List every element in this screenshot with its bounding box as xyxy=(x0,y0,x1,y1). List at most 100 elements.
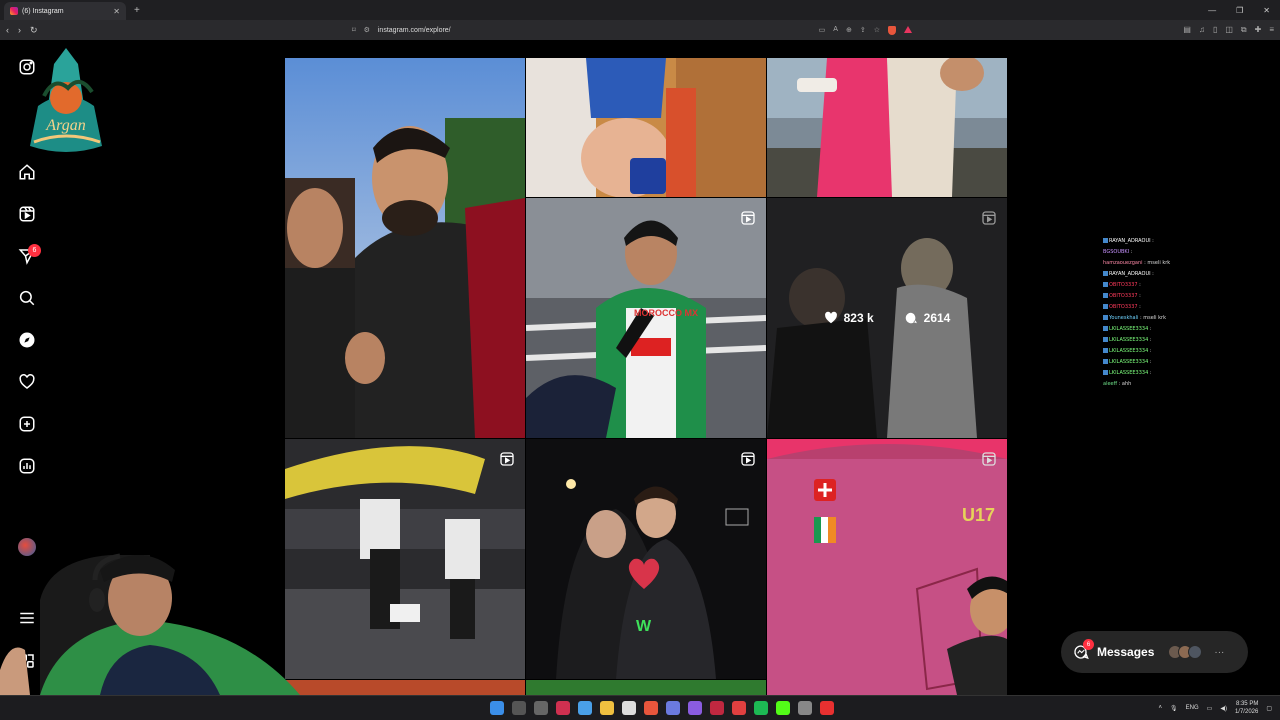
reel-icon xyxy=(741,452,755,466)
speaker-icon[interactable]: ◀) xyxy=(1220,705,1227,712)
dashboard-icon[interactable] xyxy=(16,455,38,477)
music-icon[interactable]: ♫ xyxy=(1199,25,1205,35)
post-tile[interactable]: MOROCCO MX xyxy=(526,198,766,438)
search-taskbar-icon[interactable] xyxy=(512,701,526,715)
chat-message: aleeff : ahh xyxy=(1103,379,1223,390)
chat-badge-icon xyxy=(1103,337,1108,342)
explore-icon[interactable] xyxy=(16,329,38,351)
browser-tab[interactable]: (6) Instagram ✕ xyxy=(4,2,126,20)
brave-shield-icon[interactable] xyxy=(888,25,896,35)
chat-text: : xyxy=(1137,304,1141,310)
minimize-icon[interactable]: — xyxy=(1208,6,1216,15)
sidebar-toggle-icon[interactable]: ▤ xyxy=(1183,25,1191,35)
wallet-icon[interactable]: ◫ xyxy=(1225,25,1233,35)
reload-icon[interactable]: ↻ xyxy=(30,25,38,36)
post-tile[interactable]: W xyxy=(526,439,766,679)
close-window-icon[interactable]: ✕ xyxy=(1263,6,1270,15)
app-icon[interactable] xyxy=(710,701,724,715)
translate-icon[interactable]: A xyxy=(833,26,838,35)
chat-username: BGSOUBKI xyxy=(1103,249,1130,255)
home-icon[interactable] xyxy=(16,161,38,183)
chat-message: OBITO3337 : xyxy=(1103,280,1223,291)
post-tile[interactable] xyxy=(767,58,1007,197)
close-tab-icon[interactable]: ✕ xyxy=(113,7,120,16)
chat-text: : xyxy=(1150,238,1154,244)
chat-username: LKILASSEE3334 xyxy=(1109,359,1149,365)
notification-icon[interactable]: ▢ xyxy=(1266,705,1272,712)
task-view-icon[interactable] xyxy=(534,701,548,715)
forward-icon[interactable]: › xyxy=(18,25,21,36)
post-tile[interactable]: U17 xyxy=(767,439,1007,695)
reading-icon[interactable]: ▯ xyxy=(1213,25,1217,35)
chat-username: hamzaouezgani xyxy=(1103,260,1143,266)
discord-icon[interactable] xyxy=(666,701,680,715)
chat-badge-icon xyxy=(1103,326,1108,331)
notifications-heart-icon[interactable] xyxy=(16,371,38,393)
puzzle-icon[interactable]: ✚ xyxy=(1255,25,1262,35)
file-explorer-icon[interactable] xyxy=(600,701,614,715)
post-tile[interactable] xyxy=(285,439,525,679)
zoom-icon[interactable]: ⊕ xyxy=(846,26,852,35)
chat-username: LKILASSEE3334 xyxy=(1109,348,1149,354)
chat-text: : xyxy=(1129,249,1133,255)
chat-message: LKILASSEE3334 : xyxy=(1103,324,1223,335)
widgets-icon[interactable] xyxy=(578,701,592,715)
start-icon[interactable] xyxy=(490,701,504,715)
chat-text: : xyxy=(1148,359,1152,365)
post-tile[interactable] xyxy=(526,58,766,197)
share-icon[interactable]: ⇪ xyxy=(860,26,866,35)
chat-text: : ahh xyxy=(1117,381,1132,387)
new-tab-icon[interactable]: + xyxy=(134,5,140,16)
restore-icon[interactable]: ❐ xyxy=(1236,6,1243,15)
brave-icon[interactable] xyxy=(644,701,658,715)
extensions-icon[interactable]: ⧉ xyxy=(1241,25,1247,35)
bookmark-star-icon[interactable]: ☆ xyxy=(874,26,880,35)
chat-text: : xyxy=(1137,293,1141,299)
chat-message: hamzaouezgani : mseli krk xyxy=(1103,258,1223,269)
search-icon[interactable] xyxy=(16,287,38,309)
post-tile[interactable] xyxy=(526,680,766,695)
chat-username: RAYAN_ADRAOUI xyxy=(1109,238,1151,244)
clock[interactable]: 8:35 PM 1/7/2026 xyxy=(1235,700,1258,716)
reels-icon[interactable] xyxy=(16,203,38,225)
language-indicator[interactable]: ENG xyxy=(1186,705,1199,711)
bookmark-icon[interactable]: ⌑ xyxy=(352,26,356,34)
comments-bubble-icon xyxy=(905,312,917,324)
cast-icon[interactable]: ▭ xyxy=(819,26,826,35)
explore-grid: MOROCCO MX 823 k 2614 W U17 xyxy=(285,58,1007,695)
app-icon[interactable] xyxy=(732,701,746,715)
microphone-icon[interactable]: 🎙 xyxy=(1170,705,1178,712)
app-icon[interactable] xyxy=(798,701,812,715)
reel-icon xyxy=(741,211,755,225)
app-icon[interactable] xyxy=(820,701,834,715)
spotify-icon[interactable] xyxy=(754,701,768,715)
post-image: W xyxy=(526,439,766,679)
create-icon[interactable] xyxy=(16,413,38,435)
app-icon[interactable] xyxy=(688,701,702,715)
monitor-icon[interactable]: ▭ xyxy=(1207,705,1213,712)
windows-taskbar: ˄ 🎙 ENG ▭ ◀) 8:35 PM 1/7/2026 ▢ xyxy=(0,695,1280,720)
url-field[interactable]: ⌑ ⚙ instagram.com/explore/ ▭ A ⊕ ⇪ ☆ xyxy=(352,23,912,37)
webcam-overlay xyxy=(0,553,300,695)
app-icon[interactable] xyxy=(556,701,570,715)
store-icon[interactable] xyxy=(622,701,636,715)
chat-badge-icon xyxy=(1103,348,1108,353)
post-tile-hovered[interactable]: 823 k 2614 xyxy=(767,198,1007,438)
chat-text: : mseli krk xyxy=(1142,260,1171,266)
clock-date: 1/7/2026 xyxy=(1234,709,1259,715)
kick-icon[interactable] xyxy=(776,701,790,715)
chat-message: RAYAN_ADRAOUI : xyxy=(1103,269,1223,280)
brave-rewards-icon[interactable] xyxy=(904,25,912,33)
system-tray: ˄ 🎙 ENG ▭ ◀) 8:35 PM 1/7/2026 ▢ xyxy=(1159,700,1272,716)
messages-button[interactable]: 6 Messages ··· xyxy=(1061,631,1248,673)
jersey-letter: W xyxy=(636,618,652,635)
post-tile[interactable] xyxy=(285,58,525,438)
more-options-icon[interactable]: ··· xyxy=(1214,647,1224,658)
chat-message: RAYAN_ADRAOUI : xyxy=(1103,236,1223,247)
menu-icon[interactable]: ≡ xyxy=(1269,25,1274,35)
site-info-icon[interactable]: ⚙ xyxy=(364,26,370,34)
post-tile[interactable] xyxy=(285,680,525,695)
back-icon[interactable]: ‹ xyxy=(6,25,9,36)
chat-badge-icon xyxy=(1103,293,1108,298)
chevron-up-icon[interactable]: ˄ xyxy=(1159,705,1163,711)
